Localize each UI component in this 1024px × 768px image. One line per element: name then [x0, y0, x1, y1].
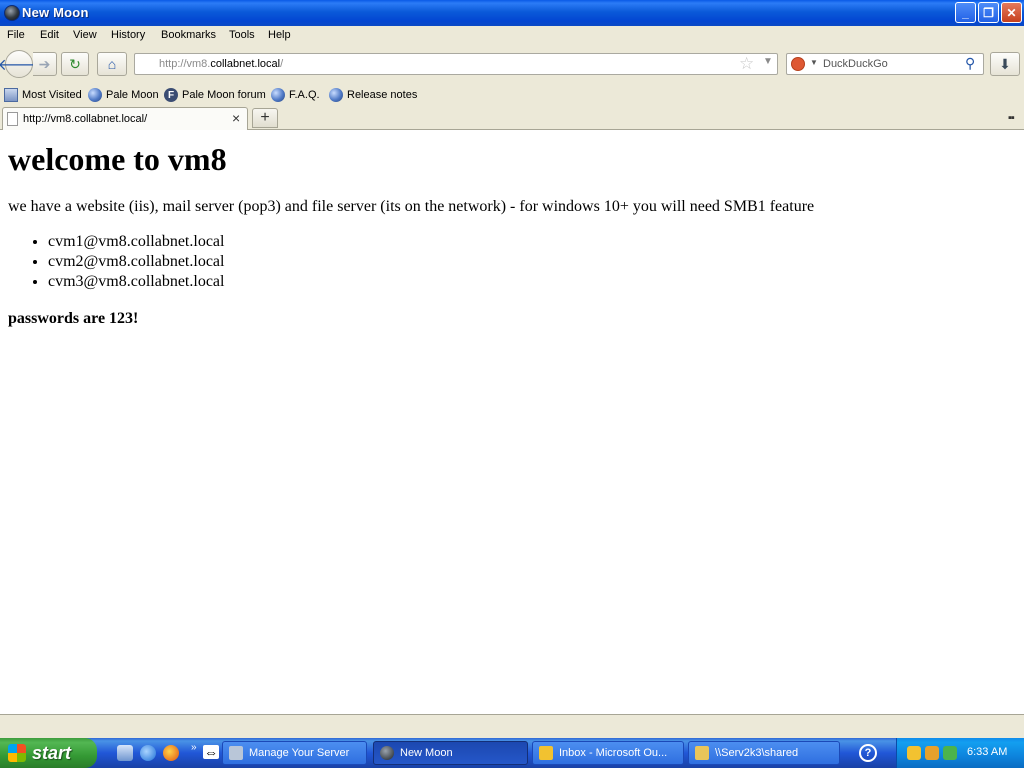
tab-close-icon[interactable]: × [232, 110, 240, 126]
page-content: welcome to vm8 we have a website (iis), … [0, 130, 1024, 714]
bookmarks-toolbar: Most Visited Pale Moon F Pale Moon forum … [0, 84, 1024, 106]
download-arrow-icon: ⬇ [999, 55, 1011, 72]
bookmark-label: Most Visited [22, 89, 82, 101]
show-desktop-icon[interactable] [117, 745, 133, 761]
task-label: Inbox - Microsoft Ou... [559, 747, 668, 759]
server-icon [229, 746, 243, 760]
menu-history[interactable]: History [111, 29, 145, 41]
intro-paragraph: we have a website (iis), mail server (po… [8, 198, 815, 215]
globe-icon [329, 88, 343, 102]
navigation-toolbar: 🡐 ➔ ↻ ⌂ http://vm8.collabnet.local/ ☆ ▼ … [0, 46, 1024, 84]
help-icon[interactable]: ? [859, 744, 877, 762]
folder-icon [4, 88, 18, 102]
search-icon[interactable]: ⚲ [965, 55, 975, 72]
quicklaunch-more-icon[interactable]: » [191, 742, 197, 753]
windows-logo-icon [8, 744, 26, 762]
bookmark-faq[interactable]: F.A.Q. [271, 88, 320, 102]
browser-icon[interactable] [163, 745, 179, 761]
bookmark-star-icon[interactable]: ☆ [739, 54, 754, 74]
passwords-note: passwords are 123! [8, 310, 139, 327]
maximize-button[interactable]: ❐ [978, 2, 999, 23]
forward-button[interactable]: ➔ [33, 52, 57, 76]
taskbar: start » ⇔ Manage Your Server New Moon In… [0, 738, 1024, 768]
bookmark-label: F.A.Q. [289, 89, 320, 101]
menu-help[interactable]: Help [268, 29, 291, 41]
bookmark-label: Pale Moon forum [182, 89, 266, 101]
security-tray-icon[interactable] [943, 746, 957, 760]
taskbar-item-inbox[interactable]: Inbox - Microsoft Ou... [532, 741, 684, 765]
menu-tools[interactable]: Tools [229, 29, 255, 41]
window-title: New Moon [22, 5, 89, 20]
forward-arrow-icon: ➔ [38, 55, 51, 72]
bookmark-release-notes[interactable]: Release notes [329, 88, 417, 102]
duckduckgo-icon[interactable] [791, 57, 805, 71]
bookmark-pale-moon-forum[interactable]: F Pale Moon forum [164, 88, 266, 102]
search-bar[interactable]: ▼ DuckDuckGo ⚲ [786, 53, 984, 75]
plus-icon: + [260, 109, 270, 126]
start-button[interactable]: start [0, 738, 97, 768]
network-tray-icon[interactable] [925, 746, 939, 760]
internet-explorer-icon[interactable] [140, 745, 156, 761]
bookmark-label: Release notes [347, 89, 418, 101]
back-button[interactable]: 🡐 [0, 50, 40, 78]
menu-bookmarks[interactable]: Bookmarks [161, 29, 216, 41]
list-item: cvm1@vm8.collabnet.local [48, 232, 224, 252]
url-suffix: / [280, 58, 284, 70]
folder-icon [695, 746, 709, 760]
search-engine-dropdown-icon[interactable]: ▼ [810, 58, 818, 67]
url-dropdown-icon[interactable]: ▼ [763, 56, 773, 67]
mail-tray-icon[interactable] [907, 746, 921, 760]
email-list: cvm1@vm8.collabnet.local cvm2@vm8.collab… [8, 232, 224, 292]
resize-cursor-icon: ⇔ [203, 744, 219, 760]
tab-current[interactable]: http://vm8.collabnet.local/ × [2, 107, 248, 130]
restore-icon: ❐ [983, 5, 994, 20]
list-item: cvm3@vm8.collabnet.local [48, 272, 224, 292]
menu-file[interactable]: File [7, 29, 25, 41]
url-prefix: http://vm8. [159, 58, 211, 70]
task-label: New Moon [400, 747, 453, 759]
tab-list-icon[interactable]: ▪▪ [1008, 112, 1015, 124]
minimize-icon: _ [962, 5, 969, 20]
url-text: http://vm8.collabnet.local/ [159, 58, 283, 70]
reload-icon: ↻ [69, 55, 81, 72]
home-icon: ⌂ [107, 56, 117, 72]
url-domain: collabnet.local [210, 58, 281, 70]
clock[interactable]: 6:33 AM [967, 746, 1007, 758]
new-tab-button[interactable]: + [252, 108, 278, 128]
page-icon [7, 112, 18, 126]
globe-icon [271, 88, 285, 102]
bookmark-most-visited[interactable]: Most Visited [4, 88, 82, 102]
search-input[interactable]: DuckDuckGo [823, 58, 888, 70]
reload-button[interactable]: ↻ [61, 52, 89, 76]
menu-view[interactable]: View [73, 29, 97, 41]
minimize-button[interactable]: _ [955, 2, 976, 23]
home-button[interactable]: ⌂ [97, 52, 127, 76]
page-heading: welcome to vm8 [8, 141, 227, 177]
bookmark-pale-moon[interactable]: Pale Moon [88, 88, 159, 102]
app-icon [4, 5, 20, 21]
start-label: start [32, 742, 72, 763]
forum-icon: F [164, 88, 178, 102]
menu-bar: File Edit View History Bookmarks Tools H… [0, 26, 1024, 46]
url-bar[interactable]: http://vm8.collabnet.local/ ☆ ▼ [134, 53, 778, 75]
system-tray: 6:33 AM [896, 738, 1024, 768]
status-bar [0, 714, 1024, 738]
close-icon: ✕ [1006, 5, 1017, 20]
list-item: cvm2@vm8.collabnet.local [48, 252, 224, 272]
task-label: Manage Your Server [249, 747, 350, 759]
outlook-icon [539, 746, 553, 760]
bookmark-label: Pale Moon [106, 89, 159, 101]
menu-edit[interactable]: Edit [40, 29, 59, 41]
globe-icon [88, 88, 102, 102]
tab-title: http://vm8.collabnet.local/ [23, 113, 148, 125]
title-bar: New Moon _ ❐ ✕ [0, 0, 1024, 26]
download-button[interactable]: ⬇ [990, 52, 1020, 76]
tab-strip: http://vm8.collabnet.local/ × + ▪▪ [0, 106, 1024, 130]
taskbar-item-new-moon[interactable]: New Moon [373, 741, 528, 765]
taskbar-item-shared-folder[interactable]: \\Serv2k3\shared [688, 741, 840, 765]
taskbar-item-manage-server[interactable]: Manage Your Server [222, 741, 367, 765]
task-label: \\Serv2k3\shared [715, 747, 799, 759]
close-button[interactable]: ✕ [1001, 2, 1022, 23]
moon-icon [380, 746, 394, 760]
